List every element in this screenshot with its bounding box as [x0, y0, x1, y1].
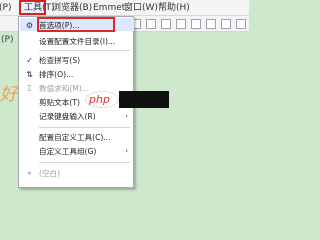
- menu-sort[interactable]: ⇅ 排序(O)...: [19, 68, 135, 81]
- menu-item-partial[interactable]: (P): [0, 2, 11, 14]
- menu-record-keys-label: 记录键盘输入(R): [39, 112, 96, 121]
- toolbar-icon-5[interactable]: [191, 19, 201, 29]
- sort-icon: ⇅: [26, 70, 33, 79]
- menu-spellcheck[interactable]: ✓ 检查拼写(S): [19, 54, 135, 67]
- menu-clip-text[interactable]: 剪贴文本(T) ›: [19, 96, 135, 109]
- toolbar-icon-4[interactable]: [176, 19, 186, 29]
- menu-preferences-label: 首选项(P)...: [39, 21, 80, 30]
- tools-menu-dropdown: ⚙ 首选项(P)... 设置配置文件目录(I)... ✓ 检查拼写(S) ⇅ 排…: [18, 16, 134, 188]
- menu-sum-label: 数值求和(M)...: [39, 84, 90, 93]
- spellcheck-icon: ✓: [26, 56, 33, 65]
- gear-icon: ⚙: [25, 21, 34, 30]
- sparkle-icon: ✦: [26, 169, 33, 178]
- menu-empty: ✦ (空白): [19, 167, 135, 180]
- editor-left-text: (P): [1, 35, 14, 45]
- menu-tools[interactable]: 工具(T): [24, 2, 55, 14]
- menu-separator: [39, 127, 130, 128]
- toolbar-icon-3[interactable]: [161, 19, 171, 29]
- menu-custom-tool-group-label: 自定义工具组(G): [39, 147, 97, 156]
- toolbar-icon-2[interactable]: [146, 19, 156, 29]
- menu-preferences[interactable]: ⚙ 首选项(P)...: [19, 19, 135, 32]
- menu-window[interactable]: 窗口(W): [124, 2, 158, 14]
- chevron-right-icon: ›: [125, 147, 128, 155]
- chevron-right-icon: ›: [125, 112, 128, 120]
- toolbar-icon-7[interactable]: [221, 19, 231, 29]
- menu-spellcheck-label: 检查拼写(S): [39, 56, 81, 65]
- menu-browser[interactable]: 浏览器(B): [52, 2, 92, 14]
- menu-record-keys[interactable]: 记录键盘输入(R) ›: [19, 110, 135, 123]
- menu-custom-tools-label: 配置自定义工具(C)...: [39, 133, 111, 142]
- sum-icon: Σ: [26, 84, 33, 93]
- toolbar-icon-6[interactable]: [206, 19, 216, 29]
- menu-clip-text-label: 剪贴文本(T): [39, 98, 80, 107]
- menu-emmet[interactable]: Emmet: [93, 2, 125, 14]
- menu-custom-tools[interactable]: 配置自定义工具(C)...: [19, 131, 135, 144]
- menu-sum: Σ 数值求和(M)...: [19, 82, 135, 95]
- menu-custom-tool-group[interactable]: 自定义工具组(G) ›: [19, 145, 135, 158]
- menu-config-dir[interactable]: 设置配置文件目录(I)...: [19, 35, 135, 48]
- menu-help[interactable]: 帮助(H): [158, 2, 190, 14]
- menu-separator: [39, 162, 130, 163]
- menu-empty-label: (空白): [39, 169, 61, 178]
- menu-sort-label: 排序(O)...: [39, 70, 74, 79]
- chevron-right-icon: ›: [125, 98, 128, 106]
- toolbar-icon-8[interactable]: [236, 19, 246, 29]
- editor-window: (P) 工具(T) 浏览器(B) Emmet 窗口(W) 帮助(H) (P) 好…: [0, 0, 249, 202]
- menu-bar: (P) 工具(T) 浏览器(B) Emmet 窗口(W) 帮助(H): [0, 0, 249, 16]
- menu-config-dir-label: 设置配置文件目录(I)...: [39, 37, 116, 46]
- menu-separator: [39, 50, 130, 51]
